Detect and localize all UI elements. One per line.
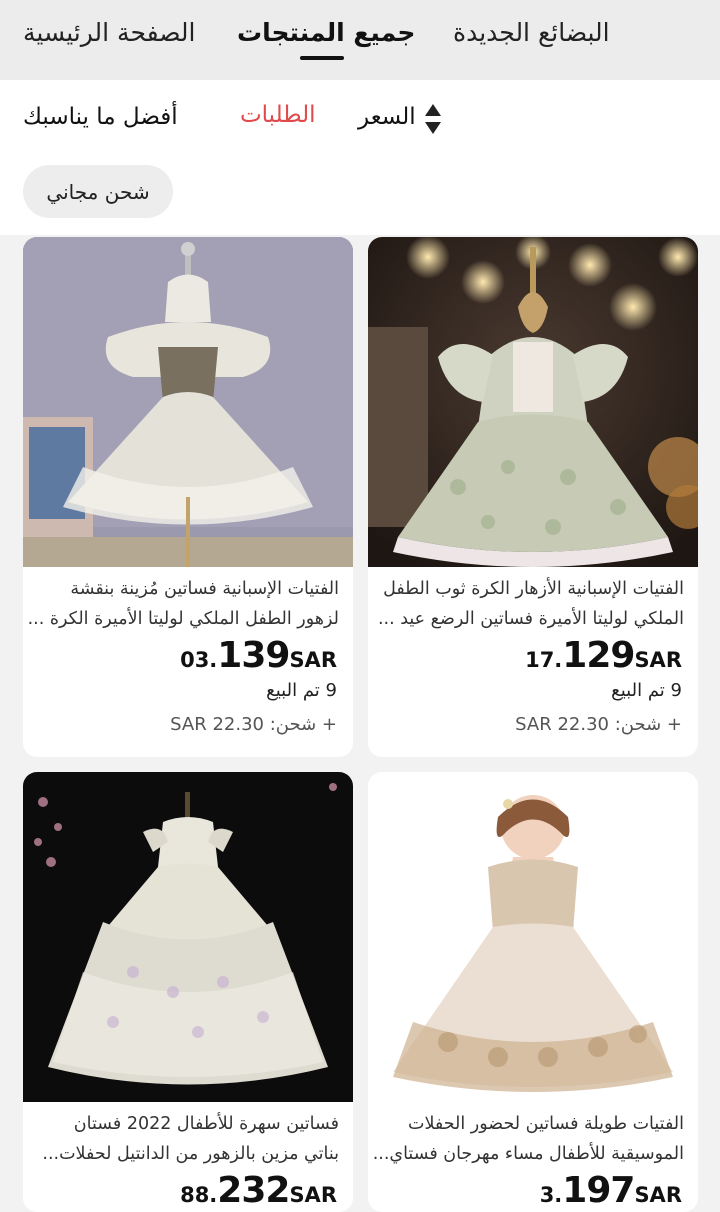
product-title[interactable]: الفتيات طويلة فساتين لحضور الحفلات الموس… (368, 1109, 684, 1173)
sold-count: 9 تم البيع (266, 680, 337, 701)
tab-new-arrivals[interactable]: البضائع الجديدة (453, 18, 610, 47)
product-card[interactable]: فساتين سهرة للأطفال 2022 فستان بناتي مزي… (23, 772, 353, 1212)
product-card[interactable]: الفتيات الإسبانية فساتين مُزينة بنقشة لز… (23, 237, 353, 757)
filter-best-match[interactable]: أفضل ما يناسبك (23, 104, 178, 130)
tab-home[interactable]: الصفحة الرئيسية (23, 18, 196, 47)
product-title[interactable]: الفتيات الإسبانية فساتين مُزينة بنقشة لز… (23, 574, 339, 638)
active-tab-indicator (300, 56, 344, 60)
filter-orders[interactable]: الطلبات (240, 102, 315, 128)
top-tab-bar: الصفحة الرئيسية جميع المنتجات البضائع ال… (0, 0, 720, 80)
product-title[interactable]: فساتين سهرة للأطفال 2022 فستان بناتي مزي… (23, 1109, 339, 1173)
product-price: 88. 232 SAR (180, 1170, 337, 1211)
product-image[interactable] (368, 237, 698, 567)
product-image[interactable] (23, 237, 353, 567)
product-price: 03. 139 SAR (180, 635, 337, 676)
product-card[interactable]: الفتيات الإسبانية الأزهار الكرة ثوب الطف… (368, 237, 698, 757)
product-image[interactable] (23, 772, 353, 1102)
product-price: 3. 197 SAR (539, 1170, 682, 1211)
product-image[interactable] (368, 772, 698, 1102)
product-card[interactable]: الفتيات طويلة فساتين لحضور الحفلات الموس… (368, 772, 698, 1212)
filter-price[interactable]: السعر (358, 104, 416, 130)
shipping-cost: + شحن: SAR 22.30 (515, 714, 682, 735)
tab-all-products[interactable]: جميع المنتجات (237, 18, 415, 47)
sold-count: 9 تم البيع (611, 680, 682, 701)
product-price: 17. 129 SAR (525, 635, 682, 676)
free-shipping-chip[interactable]: شحن مجاني (23, 165, 173, 218)
product-title[interactable]: الفتيات الإسبانية الأزهار الكرة ثوب الطف… (368, 574, 684, 638)
sort-icon[interactable] (424, 102, 442, 136)
filter-bar: أفضل ما يناسبك الطلبات السعر شحن مجاني (0, 80, 720, 235)
shipping-cost: + شحن: SAR 22.30 (170, 714, 337, 735)
